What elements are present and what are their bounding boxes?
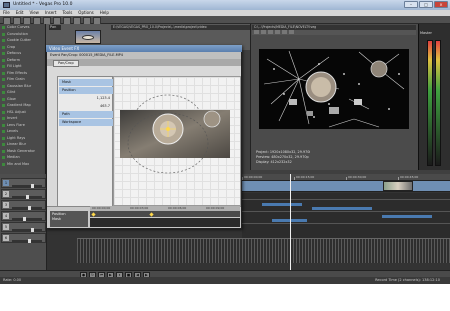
status-record-time: Record Time (2 channels): 138:12:10 <box>375 278 440 282</box>
thumbnail-eye-shape <box>82 35 94 40</box>
audio-event[interactable] <box>262 203 302 206</box>
property-row[interactable]: Mask <box>59 79 113 86</box>
track-number: 5 <box>3 224 9 230</box>
timeline-cursor[interactable] <box>290 174 291 270</box>
app-icon <box>3 2 10 8</box>
track-header[interactable]: 2 <box>1 189 46 199</box>
slider-handle[interactable] <box>30 184 34 188</box>
track-list: 1 2 3 4 5 6 <box>0 174 47 270</box>
lane-divider <box>242 199 450 200</box>
track-volume-slider[interactable] <box>12 206 42 210</box>
property-row[interactable]: Workspace <box>59 119 113 126</box>
main-toolbar <box>0 16 450 25</box>
dialog-tab-strip: Pan/Crop <box>47 59 241 67</box>
keyframe-label-mask: Mask <box>52 217 62 221</box>
track-header[interactable]: 6 <box>1 233 46 243</box>
pan-crop-properties: Mask Position 1,123.4 463.7 Path Workspace <box>57 76 113 212</box>
split-screen-icon[interactable] <box>268 30 273 34</box>
preview-toolbar <box>252 30 416 35</box>
video-fx-explorer: Color Curves Convolution Cookie Cutter Crop… <box>0 24 46 174</box>
menu-item-insert[interactable]: Insert <box>45 10 56 15</box>
track-header[interactable]: 3 <box>1 200 46 210</box>
minimize-icon[interactable]: – <box>404 1 418 8</box>
track-number: 1 <box>3 180 9 186</box>
keyframe-marker[interactable] <box>149 212 154 217</box>
preview-info: Project: 1920x1080x32, 29.970i Preview: … <box>256 150 416 168</box>
browser-full-path[interactable]: E:\VEGAS\VEGAS_PRO_10.0\Projects\..\medi… <box>111 25 251 30</box>
close-icon[interactable]: × <box>434 1 448 8</box>
fx-tree-item[interactable]: Min and Max <box>0 161 45 168</box>
track-number: 4 <box>3 213 9 219</box>
menu-item-options[interactable]: Options <box>78 10 93 15</box>
window-controls: – □ × <box>404 1 448 8</box>
workspace-image <box>120 94 230 174</box>
master-vu-meter-right <box>435 40 441 166</box>
tab-pan-crop[interactable]: Pan/Crop <box>53 60 79 67</box>
menu-item-view[interactable]: View <box>29 10 39 15</box>
menu-item-file[interactable]: File <box>3 10 10 15</box>
track-volume-slider[interactable] <box>12 195 42 199</box>
menu-item-edit[interactable]: Edit <box>16 10 24 15</box>
track-number: 6 <box>3 235 9 241</box>
video-track-lane[interactable] <box>242 180 450 192</box>
slider-handle[interactable] <box>25 195 29 199</box>
title-bar: Untitled * - Vegas Pro 10.0 <box>0 0 450 10</box>
track-header[interactable]: 1 <box>1 178 46 188</box>
maximize-icon[interactable]: □ <box>419 1 433 8</box>
keyframe-track-labels: Position Mask <box>50 211 88 227</box>
fx-tree: Color Curves Convolution Cookie Cutter Crop… <box>0 24 45 167</box>
browser-path-field[interactable]: Pan <box>49 25 61 30</box>
status-rate: Rate: 0.00 <box>3 278 22 282</box>
track-number: 2 <box>3 191 9 197</box>
audio-event[interactable] <box>382 215 432 218</box>
track-volume-slider[interactable] <box>12 228 42 232</box>
property-value[interactable]: 1,123.4 <box>59 95 113 102</box>
menu-item-tools[interactable]: Tools <box>62 10 72 15</box>
property-value[interactable]: 463.7 <box>59 103 113 110</box>
window-title: Untitled * - Vegas Pro 10.0 <box>13 2 73 7</box>
track-header[interactable]: 4 <box>1 211 46 221</box>
slider-handle[interactable] <box>28 206 32 210</box>
transport-bar: ● ↻ ⏮ ▶ ⏸ ■ ◀ ▶ <box>0 270 450 279</box>
dialog-toolbar: Event Pan/Crop: 000015_MEDIA_FILE.MP4 <box>47 52 241 59</box>
slider-handle[interactable] <box>28 239 32 243</box>
track-volume-slider[interactable] <box>12 184 42 188</box>
preview-info-display: Display: 412x232x32 <box>256 160 292 164</box>
property-row[interactable]: Position <box>59 87 113 94</box>
lane-divider <box>242 211 450 212</box>
preview-settings-icon[interactable] <box>254 30 259 34</box>
slider-handle[interactable] <box>30 228 34 232</box>
property-row[interactable]: Path <box>59 111 113 118</box>
master-vu-meter-left <box>427 40 433 166</box>
track-volume-slider[interactable] <box>12 217 42 221</box>
track-number: 3 <box>3 202 9 208</box>
save-snapshot-icon[interactable] <box>289 30 294 34</box>
track-volume-slider[interactable] <box>12 239 42 243</box>
audio-event[interactable] <box>312 207 372 210</box>
video-event-thumbnail[interactable] <box>383 181 413 191</box>
preview-image <box>259 49 409 129</box>
preview-frame[interactable] <box>259 49 409 129</box>
audio-waveform-track[interactable] <box>77 238 450 263</box>
pan-crop-workspace[interactable] <box>113 76 241 206</box>
menu-item-help[interactable]: Help <box>100 10 109 15</box>
keyframe-marker[interactable] <box>91 212 96 217</box>
lane-divider <box>242 223 450 224</box>
mask-keyframe-track[interactable] <box>90 218 240 227</box>
slider-handle[interactable] <box>22 217 26 221</box>
master-label: Master <box>420 31 432 35</box>
overlay-icon[interactable] <box>275 30 280 34</box>
master-bus-panel <box>418 24 450 170</box>
track-header[interactable]: 5 <box>1 222 46 232</box>
dialog-title-bar[interactable]: Video Event FX <box>46 45 242 52</box>
vegas-app-window: Untitled * - Vegas Pro 10.0 – □ × File Ed… <box>0 0 450 284</box>
preview-quality-icon[interactable] <box>261 30 266 34</box>
keyframe-track[interactable] <box>90 211 240 217</box>
copy-snapshot-icon[interactable] <box>282 30 287 34</box>
